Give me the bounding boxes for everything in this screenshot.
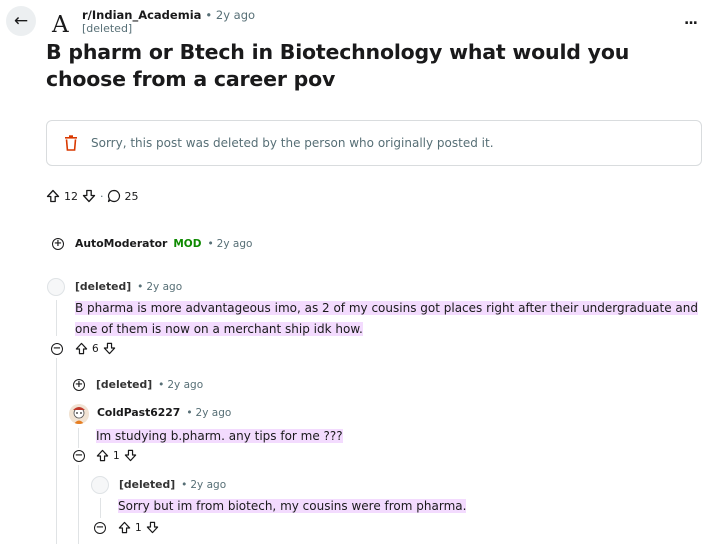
downvote-icon[interactable] [124, 449, 137, 462]
post-meta: r/Indian_Academia • 2y ago [82, 8, 256, 22]
avatar[interactable] [47, 278, 65, 296]
minus-circle-icon[interactable]: − [73, 450, 85, 462]
post-vote-count: 12 [64, 189, 78, 203]
comment-author[interactable]: ColdPast6227 [97, 406, 180, 419]
comment-body: B pharma is more advantageous imo, as 2 … [75, 297, 700, 339]
comment-body: Sorry but im from biotech, my cousins we… [118, 495, 698, 516]
separator: · [100, 189, 104, 203]
comment-time: 2y ago [195, 406, 232, 419]
upvote-icon[interactable] [118, 521, 131, 534]
comment-time: 2y ago [216, 237, 253, 250]
thread-line [100, 498, 101, 518]
arrow-left-icon: ← [13, 11, 29, 31]
comment-author: [deleted] [119, 478, 176, 491]
comment-icon[interactable] [107, 189, 121, 203]
upvote-icon[interactable] [46, 189, 60, 203]
post-time: 2y ago [215, 8, 256, 22]
post-author: [deleted] [82, 22, 133, 35]
comment-author: [deleted] [96, 378, 153, 391]
thread-line [56, 358, 57, 544]
comment-collapsed: + [deleted] • 2y ago [73, 378, 204, 391]
downvote-icon[interactable] [146, 521, 159, 534]
thread-line [56, 300, 57, 336]
comment-time: 2y ago [190, 478, 227, 491]
comment-text: Im studying b.pharm. any tips for me ??? [96, 429, 343, 443]
comment-time: 2y ago [146, 280, 183, 293]
comment-meta: [deleted] • 2y ago [75, 280, 183, 293]
comment-meta: [deleted] • 2y ago [119, 478, 227, 491]
comment-action-row: 1 [96, 449, 137, 462]
upvote-icon[interactable] [96, 449, 109, 462]
avatar[interactable] [91, 476, 109, 494]
post-title: B pharm or Btech in Biotechnology what w… [46, 40, 630, 91]
upvote-icon[interactable] [75, 342, 88, 355]
comment-vote-count: 1 [135, 521, 142, 534]
downvote-icon[interactable] [82, 189, 96, 203]
deleted-notice: Sorry, this post was deleted by the pers… [46, 120, 702, 166]
plus-circle-icon[interactable]: + [73, 378, 85, 391]
comment-vote-count: 6 [92, 342, 99, 355]
comment-text: B pharma is more advantageous imo, as 2 … [75, 301, 698, 336]
comment-action-row: 6 [75, 342, 116, 355]
comment-action-row: 1 [118, 521, 159, 534]
avatar[interactable] [69, 404, 89, 424]
deleted-notice-text: Sorry, this post was deleted by the pers… [91, 136, 494, 150]
user-avatar-icon [69, 404, 89, 424]
comment-body: Im studying b.pharm. any tips for me ??? [96, 425, 696, 446]
comment-vote-count: 1 [113, 449, 120, 462]
comment-author[interactable]: AutoModerator [75, 237, 167, 250]
downvote-icon[interactable] [103, 342, 116, 355]
minus-circle-icon[interactable]: − [51, 343, 63, 355]
subreddit-icon[interactable]: A [52, 12, 72, 38]
comment-text: Sorry but im from biotech, my cousins we… [118, 499, 467, 513]
subreddit-link[interactable]: r/Indian_Academia [82, 8, 201, 22]
plus-circle-icon[interactable]: + [52, 237, 64, 250]
minus-circle-icon[interactable]: − [94, 522, 106, 534]
back-button[interactable]: ← [6, 6, 36, 36]
thread-line [78, 465, 79, 544]
comment-author: [deleted] [75, 280, 132, 293]
comment-time: 2y ago [167, 378, 204, 391]
thread-line [78, 428, 79, 448]
trash-icon [65, 135, 77, 151]
comment-automoderator: + AutoModerator MOD • 2y ago [52, 237, 253, 250]
comment-meta: ColdPast6227 • 2y ago [97, 406, 232, 419]
post-action-row: 12 · 25 [46, 189, 139, 203]
post-comment-count: 25 [124, 189, 139, 203]
mod-badge: MOD [173, 237, 202, 250]
more-options-button[interactable]: ... [684, 12, 698, 28]
